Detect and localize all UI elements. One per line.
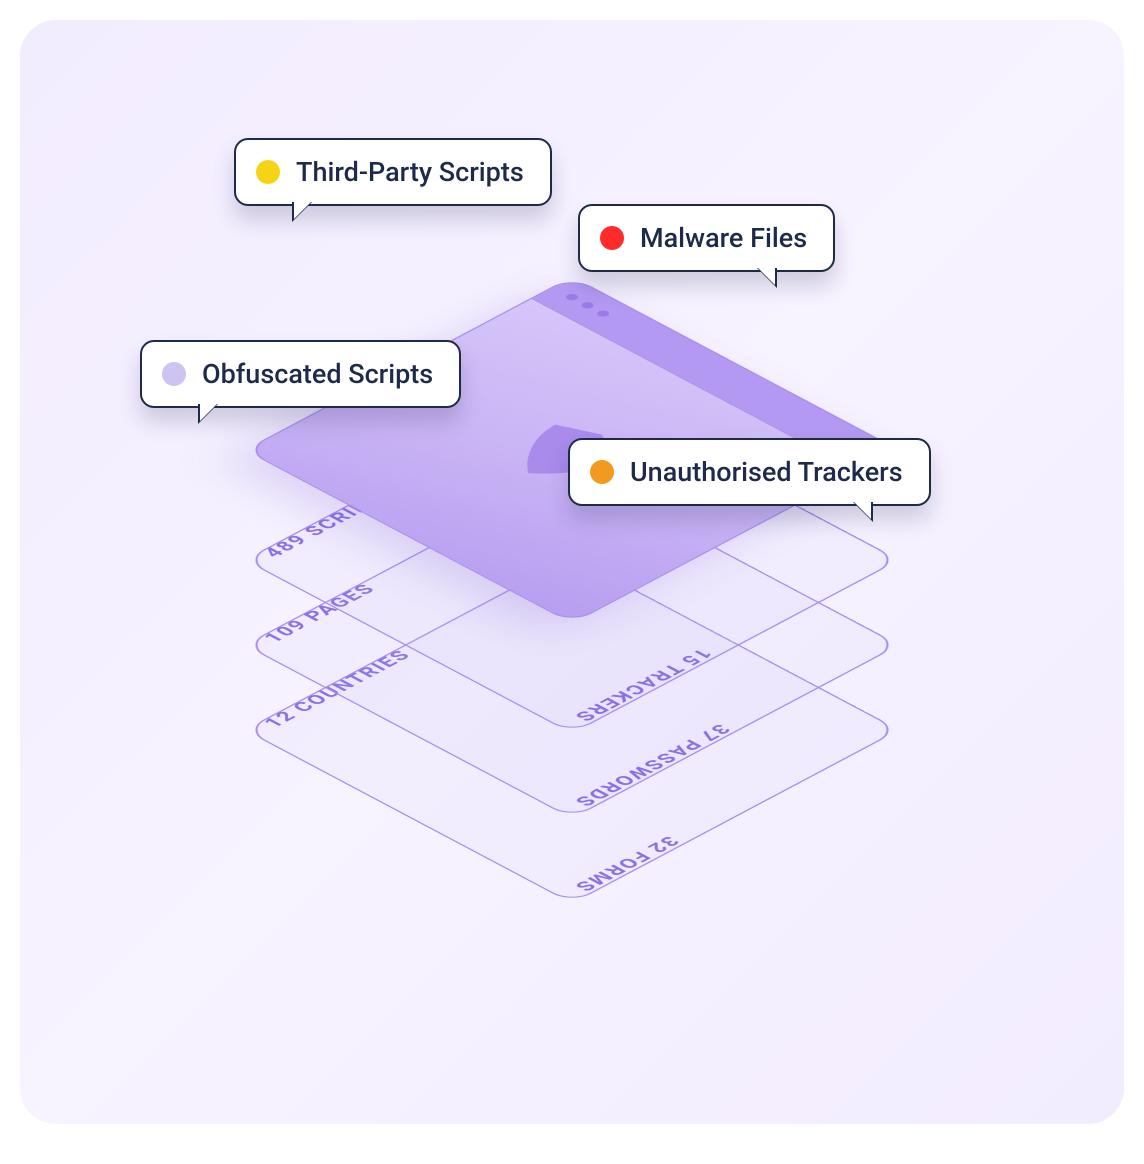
- callout-obfuscated-scripts: Obfuscated Scripts: [140, 340, 461, 408]
- status-dot-icon: [590, 460, 614, 484]
- window-dot-icon: [564, 293, 581, 302]
- callout-label: Obfuscated Scripts: [202, 358, 433, 390]
- callout-malware-files: Malware Files: [578, 204, 835, 272]
- callout-tail-icon: [292, 202, 312, 222]
- callout-unauthorised-trackers: Unauthorised Trackers: [568, 438, 931, 506]
- callout-label: Unauthorised Trackers: [630, 456, 903, 488]
- diagram-canvas: 12 COUNTRIES 32 FORMS 109 PAGES 37 PASSW…: [20, 20, 1124, 1124]
- layer-3-right-label: 32 FORMS: [568, 833, 684, 895]
- stacked-layers-stage: 12 COUNTRIES 32 FORMS 109 PAGES 37 PASSW…: [162, 170, 982, 990]
- callout-third-party-scripts: Third-Party Scripts: [234, 138, 552, 206]
- callout-label: Malware Files: [640, 222, 807, 254]
- callout-tail-icon: [853, 502, 873, 522]
- window-dot-icon: [579, 301, 596, 310]
- callout-tail-icon: [757, 268, 777, 288]
- callout-label: Third-Party Scripts: [296, 156, 524, 188]
- callout-tail-icon: [198, 404, 218, 424]
- window-dot-icon: [595, 309, 612, 318]
- status-dot-icon: [162, 362, 186, 386]
- status-dot-icon: [256, 160, 280, 184]
- status-dot-icon: [600, 226, 624, 250]
- window-controls: [564, 293, 612, 318]
